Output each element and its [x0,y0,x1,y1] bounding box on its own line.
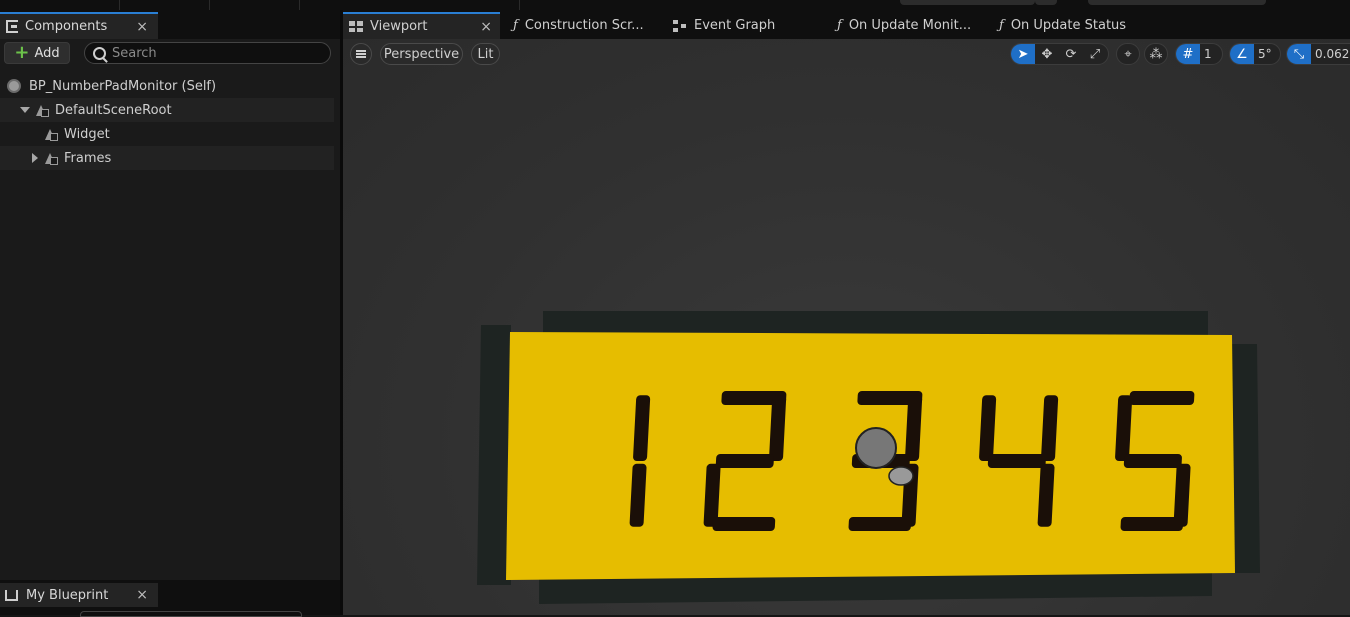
tree-item-defaultsceneroot[interactable]: DefaultSceneRoot [0,98,334,122]
top-strip-control[interactable] [1035,0,1057,5]
top-strip-control[interactable] [1088,0,1266,5]
top-strip-segment [0,0,120,10]
scale-snap-icon[interactable]: ⤡ [1287,44,1311,64]
tree-item-frames[interactable]: Frames [0,146,334,170]
tab-label: On Update Status [1010,18,1127,33]
digit-segment [715,454,774,468]
translate-icon[interactable]: ✥ [1035,44,1059,64]
grid-snap-icon[interactable]: # [1176,44,1200,64]
scale-icon[interactable]: ⤢ [1083,44,1107,64]
digit-segment [1123,454,1182,468]
digit-segment [1120,517,1184,531]
top-strip-segment [120,0,210,10]
add-component-button[interactable]: + Add [4,42,70,64]
tab-label: Viewport [370,19,428,34]
viewport-options-button[interactable] [350,43,372,65]
lit-mode-button[interactable]: Lit [471,43,500,65]
function-icon: ƒ [513,18,518,33]
editor-tab-bar: Viewport × ƒ Construction Scr... Event G… [343,10,1350,39]
top-strip-segment [210,0,300,10]
scale-snap-control[interactable]: ⤡ 0.0625 [1286,43,1350,65]
scene-component-icon [35,103,49,117]
tree-item-widget[interactable]: Widget [0,122,340,146]
tree-item-label: Frames [64,150,112,166]
components-tab-bar: Components × [0,10,340,39]
tab-components-label: Components [25,19,108,34]
scene-component-icon [44,151,58,165]
grid-snap-control[interactable]: # 1 [1175,43,1223,65]
tab-event-graph[interactable]: Event Graph [667,12,827,39]
expand-arrow-icon[interactable] [32,153,38,163]
hamburger-icon [356,50,366,58]
rotate-icon[interactable]: ⟳ [1059,44,1083,64]
world-space-icon: ⌖ [1124,46,1132,62]
top-strip-segment [300,0,520,10]
plus-icon: + [14,42,30,63]
digit-segment [712,517,776,531]
close-icon[interactable]: × [480,19,492,35]
viewport-icon [349,21,363,32]
rotation-snap-icon[interactable]: ∠ [1230,44,1254,64]
components-icon [6,20,18,33]
book-icon [5,589,18,601]
perspective-button[interactable]: Perspective [380,43,463,65]
scale-snap-value[interactable]: 0.0625 [1311,47,1350,61]
top-strip [0,0,1350,10]
surface-snap-toggle[interactable]: ⁂ [1144,43,1168,65]
tab-viewport[interactable]: Viewport × [343,12,500,39]
actor-icon [7,79,21,93]
monitor-right-frame [1231,344,1260,573]
scene-component-icon [44,127,58,141]
add-button-label: Add [34,45,60,61]
tab-components[interactable]: Components × [0,12,158,39]
function-icon: ƒ [999,18,1004,33]
tree-item-label: Widget [64,126,110,142]
components-search[interactable] [84,42,331,64]
search-icon [93,46,106,60]
world-local-toggle[interactable]: ⌖ [1116,43,1140,65]
digit-segment [848,517,912,531]
components-toolbar: + Add [0,39,340,67]
surface-snap-icon: ⁂ [1149,46,1163,62]
viewport-canvas[interactable]: Perspective Lit ➤ ✥ ⟳ ⤢ ⌖ ⁂ # 1 ∠ 5° ⤡ 0… [343,39,1350,615]
tab-label: Construction Scr... [524,18,644,33]
rotation-snap-control[interactable]: ∠ 5° [1229,43,1281,65]
editor-area: Viewport × ƒ Construction Scr... Event G… [343,10,1350,615]
grid-snap-value[interactable]: 1 [1200,47,1220,61]
close-icon[interactable]: × [136,19,148,35]
my-blueprint-search[interactable] [80,611,302,617]
top-strip-control[interactable] [900,0,1035,5]
number-pad-monitor-model[interactable] [343,39,1350,615]
tree-item-self[interactable]: BP_NumberPadMonitor (Self) [0,74,340,98]
digit-segment [1129,391,1195,405]
tree-item-label: BP_NumberPadMonitor (Self) [29,78,217,94]
tab-label: Event Graph [694,18,776,33]
select-mode-icon[interactable]: ➤ [1011,44,1035,64]
tab-my-blueprint[interactable]: My Blueprint × [0,583,158,607]
monitor-left-frame [477,325,511,585]
tab-on-update-monitor[interactable]: ƒ On Update Monit... [831,12,991,39]
event-graph-icon [673,19,687,32]
close-icon[interactable]: × [136,587,148,603]
components-panel: Components × + Add BP_NumberPadMonitor (… [0,10,340,617]
expand-arrow-icon[interactable] [20,107,30,113]
tree-item-label: DefaultSceneRoot [55,102,172,118]
search-input[interactable] [112,45,312,61]
component-tree: BP_NumberPadMonitor (Self) DefaultSceneR… [0,74,340,170]
tab-on-update-status[interactable]: ƒ On Update Status [993,12,1163,39]
transform-tools: ➤ ✥ ⟳ ⤢ [1010,43,1109,65]
tab-label: On Update Monit... [848,18,972,33]
tab-construction-script[interactable]: ƒ Construction Scr... [507,12,667,39]
function-icon: ƒ [837,18,842,33]
tab-my-blueprint-label: My Blueprint [26,587,109,603]
my-blueprint-tab-bar: My Blueprint × [0,580,340,617]
rotation-snap-value[interactable]: 5° [1254,47,1280,61]
digit-segment [987,454,1046,468]
